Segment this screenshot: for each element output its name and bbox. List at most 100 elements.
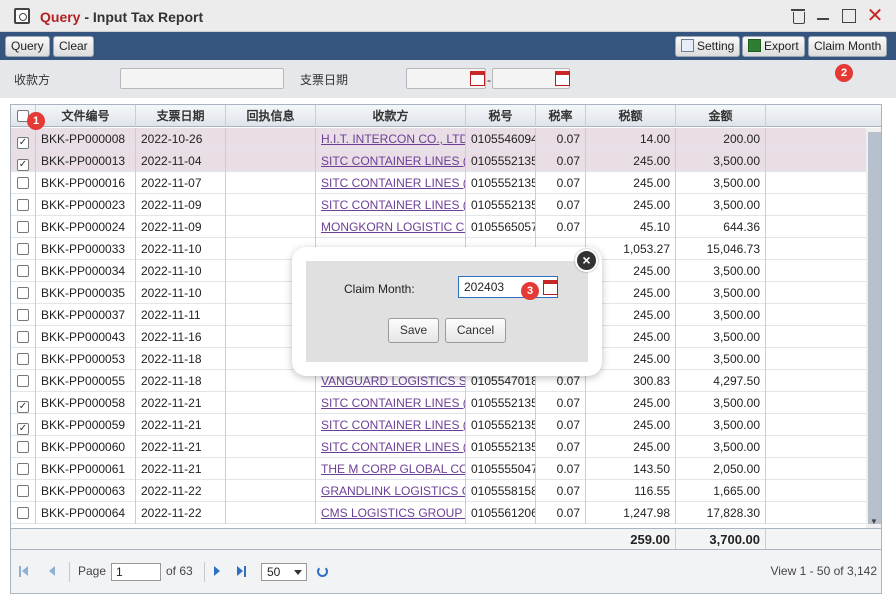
row-checkbox[interactable]	[17, 199, 29, 211]
table-row[interactable]: ✓ BKK-PP000059 2022-11-21 SITC CONTAINER LI…	[11, 414, 866, 436]
refresh-icon[interactable]	[317, 566, 328, 577]
col-header[interactable]: 税额	[586, 105, 676, 127]
cell-payee[interactable]: GRANDLINK LOGISTICS C	[316, 480, 466, 502]
row-checkbox[interactable]	[17, 331, 29, 343]
cell-amount: 3,500.00	[676, 194, 766, 216]
table-row[interactable]: BKK-PP000064 2022-11-22 CMS LOGISTICS GROU…	[11, 502, 866, 524]
cell-amount: 3,500.00	[676, 260, 766, 282]
vertical-scrollbar[interactable]: ▼	[866, 128, 881, 528]
row-checkbox[interactable]	[17, 485, 29, 497]
calendar-icon[interactable]	[555, 71, 570, 86]
col-header[interactable]: 金额	[676, 105, 766, 127]
row-checkbox[interactable]	[17, 221, 29, 233]
cancel-button[interactable]: Cancel	[445, 318, 506, 343]
minimize-icon[interactable]	[815, 7, 833, 25]
cell-payee[interactable]: SITC CONTAINER LINES (	[316, 414, 466, 436]
cell-taxid: 01055612060	[466, 502, 536, 524]
row-checkbox[interactable]: ✓	[17, 401, 29, 413]
table-row[interactable]: ✓ BKK-PP000008 2022-10-26 H.I.T. INTERCON C…	[11, 128, 866, 150]
col-header[interactable]: 税率	[536, 105, 586, 127]
scroll-down-icon[interactable]: ▼	[870, 517, 878, 526]
row-checkbox[interactable]	[17, 287, 29, 299]
title-bar: Query - Input Tax Report ✕	[0, 0, 896, 32]
payee-input[interactable]	[120, 68, 284, 89]
row-checkbox[interactable]	[17, 309, 29, 321]
table-row[interactable]: BKK-PP000016 2022-11-07 SITC CONTAINER LIN…	[11, 172, 866, 194]
cell-doc: BKK-PP000037	[36, 304, 136, 326]
row-checkbox[interactable]	[17, 243, 29, 255]
cell-payee[interactable]: SITC CONTAINER LINES (	[316, 150, 466, 172]
cell-payee[interactable]: CMS LOGISTICS GROUP (	[316, 502, 466, 524]
next-page-icon[interactable]	[212, 566, 222, 577]
table-row[interactable]: BKK-PP000024 2022-11-09 MONGKORN LOGISTIC …	[11, 216, 866, 238]
cell-date: 2022-11-09	[136, 194, 226, 216]
cell-amount: 3,500.00	[676, 436, 766, 458]
dialog-close-icon[interactable]: ×	[575, 249, 598, 272]
page-input[interactable]: 1	[111, 563, 161, 581]
row-checkbox[interactable]: ✓	[17, 159, 29, 171]
trash-icon[interactable]	[790, 7, 808, 25]
cell-amount: 3,500.00	[676, 282, 766, 304]
clear-button[interactable]: Clear	[53, 36, 94, 57]
cell-doc: BKK-PP000043	[36, 326, 136, 348]
maximize-icon[interactable]	[840, 7, 858, 25]
table-row[interactable]: BKK-PP000060 2022-11-21 SITC CONTAINER LIN…	[11, 436, 866, 458]
cell-payee[interactable]: H.I.T. INTERCON CO., LTD.	[316, 128, 466, 150]
cell-payee[interactable]: SITC CONTAINER LINES (	[316, 436, 466, 458]
row-checkbox-cell	[11, 458, 36, 480]
row-checkbox[interactable]	[17, 353, 29, 365]
row-checkbox[interactable]	[17, 177, 29, 189]
calendar-icon[interactable]	[470, 71, 485, 86]
col-header[interactable]: 税号	[466, 105, 536, 127]
claim-month-button[interactable]: Claim Month	[808, 36, 888, 57]
prev-page-icon[interactable]	[47, 566, 57, 577]
cell-rate: 0.07	[536, 216, 586, 238]
cell-receipt	[226, 216, 316, 238]
cell-date: 2022-11-09	[136, 216, 226, 238]
rows-per-page-select[interactable]: 50	[261, 563, 307, 581]
col-header[interactable]: 支票日期	[136, 105, 226, 127]
close-icon[interactable]: ✕	[866, 6, 884, 26]
dialog-body: Claim Month: 202403 Save Cancel	[306, 261, 588, 362]
save-button[interactable]: Save	[388, 318, 439, 343]
scrollbar-thumb[interactable]	[868, 132, 881, 524]
cell-date: 2022-11-22	[136, 502, 226, 524]
col-header[interactable]: 收款方	[316, 105, 466, 127]
query-button[interactable]: Query	[5, 36, 50, 57]
setting-button[interactable]: Setting	[675, 36, 741, 57]
cell-payee[interactable]: MONGKORN LOGISTIC CO	[316, 216, 466, 238]
cell-receipt	[226, 194, 316, 216]
cell-payee[interactable]: SITC CONTAINER LINES (	[316, 392, 466, 414]
row-checkbox[interactable]	[17, 375, 29, 387]
cell-amount: 4,297.50	[676, 370, 766, 392]
row-checkbox[interactable]	[17, 507, 29, 519]
cell-date: 2022-11-11	[136, 304, 226, 326]
table-row[interactable]: BKK-PP000063 2022-11-22 GRANDLINK LOGISTIC…	[11, 480, 866, 502]
col-header[interactable]: 文件编号	[36, 105, 136, 127]
cell-rate: 0.07	[536, 392, 586, 414]
export-button[interactable]: Export	[742, 36, 805, 57]
table-row[interactable]: BKK-PP000023 2022-11-09 SITC CONTAINER LIN…	[11, 194, 866, 216]
page-label: Page	[78, 564, 107, 578]
col-header[interactable]: 回执信息	[226, 105, 316, 127]
row-checkbox[interactable]	[17, 441, 29, 453]
row-checkbox[interactable]: ✓	[17, 423, 29, 435]
first-page-icon[interactable]	[19, 566, 29, 577]
cell-doc: BKK-PP000023	[36, 194, 136, 216]
table-row[interactable]: ✓ BKK-PP000058 2022-11-21 SITC CONTAINER LI…	[11, 392, 866, 414]
cell-tax: 245.00	[586, 172, 676, 194]
cell-doc: BKK-PP000035	[36, 282, 136, 304]
row-checkbox-cell	[11, 194, 36, 216]
cell-payee[interactable]: SITC CONTAINER LINES (	[316, 172, 466, 194]
table-row[interactable]: ✓ BKK-PP000013 2022-11-04 SITC CONTAINER LI…	[11, 150, 866, 172]
row-checkbox[interactable]	[17, 265, 29, 277]
cell-payee[interactable]: THE M CORP GLOBAL CO	[316, 458, 466, 480]
table-row[interactable]: BKK-PP000061 2022-11-21 THE M CORP GLOBAL …	[11, 458, 866, 480]
calendar-icon[interactable]	[543, 280, 558, 295]
last-page-icon[interactable]	[236, 566, 246, 577]
row-checkbox[interactable]	[17, 463, 29, 475]
excel-icon	[748, 39, 761, 52]
cell-receipt	[226, 150, 316, 172]
row-checkbox[interactable]: ✓	[17, 137, 29, 149]
cell-payee[interactable]: SITC CONTAINER LINES (	[316, 194, 466, 216]
